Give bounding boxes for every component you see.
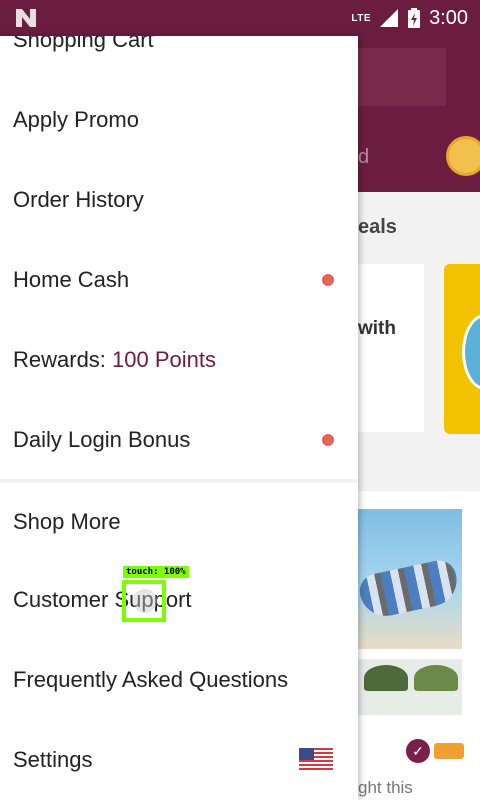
notification-dot	[322, 434, 334, 446]
deal-card[interactable]	[358, 264, 424, 432]
us-flag-icon[interactable]	[299, 748, 333, 772]
verified-badge-icon: ✓	[406, 739, 430, 763]
coin-icon[interactable]	[446, 136, 480, 176]
drawer-item-label: Rewards: 100 Points	[13, 347, 216, 373]
search-box[interactable]: ..	[358, 48, 446, 106]
drawer-item-apply-promo[interactable]: Apply Promo	[0, 80, 358, 160]
promo-card[interactable]	[444, 264, 480, 434]
bought-text: ght this	[358, 778, 413, 797]
promo-image	[462, 314, 480, 390]
shipping-truck-icon	[434, 743, 464, 759]
product-image	[358, 509, 462, 649]
rewards-prefix: Rewards:	[13, 347, 113, 372]
rewards-points: 100 Points	[112, 347, 217, 372]
android-n-icon	[16, 9, 36, 27]
drawer-item-order-history[interactable]: Order History	[0, 160, 358, 240]
drawer-item-shopping-cart[interactable]: Shopping Cart	[0, 36, 358, 80]
drawer-item-settings[interactable]: Settings	[0, 720, 358, 800]
clock: 3:00	[429, 6, 468, 29]
deals-section-title: eals	[358, 216, 397, 238]
tent-graphic	[364, 665, 408, 691]
signal-icon	[380, 9, 399, 27]
hammock-graphic	[358, 557, 462, 621]
navigation-drawer: Shopping Cart Apply Promo Order History …	[0, 36, 358, 800]
battery-charging-icon	[408, 8, 421, 28]
drawer-item-shop-more[interactable]: Shop More	[0, 482, 358, 562]
product-card[interactable]: ✓	[358, 491, 480, 800]
drawer-item-rewards[interactable]: Rewards: 100 Points	[0, 320, 358, 400]
drawer-item-label: Frequently Asked Questions	[13, 667, 289, 692]
app-header: .. d	[358, 36, 480, 192]
notification-dot	[322, 274, 334, 286]
touch-highlight-box	[122, 580, 166, 622]
drawer-item-home-cash[interactable]: Home Cash	[0, 240, 358, 320]
background-app: .. d eals with ✓ ght this	[358, 36, 480, 800]
drawer-item-label: Apply Promo	[13, 107, 139, 132]
drawer-item-daily-login-bonus[interactable]: Daily Login Bonus	[0, 400, 358, 480]
drawer-item-label: Settings	[13, 747, 93, 772]
drawer-item-label: Shop More	[13, 509, 121, 534]
drawer-item-label: Shopping Cart	[13, 36, 154, 52]
product-thumbnails	[358, 659, 462, 715]
touch-label: touch: 100%	[123, 566, 189, 578]
tent-graphic	[414, 665, 458, 691]
header-text: d	[358, 146, 370, 168]
drawer-item-label: Daily Login Bonus	[13, 427, 191, 452]
network-type: LTE	[351, 12, 372, 24]
drawer-item-label: Home Cash	[13, 267, 130, 292]
deal-card-text: with	[358, 318, 396, 339]
drawer-item-faq[interactable]: Frequently Asked Questions	[0, 640, 358, 720]
drawer-item-label: Order History	[13, 187, 144, 212]
status-bar: LTE 3:00	[0, 0, 480, 36]
